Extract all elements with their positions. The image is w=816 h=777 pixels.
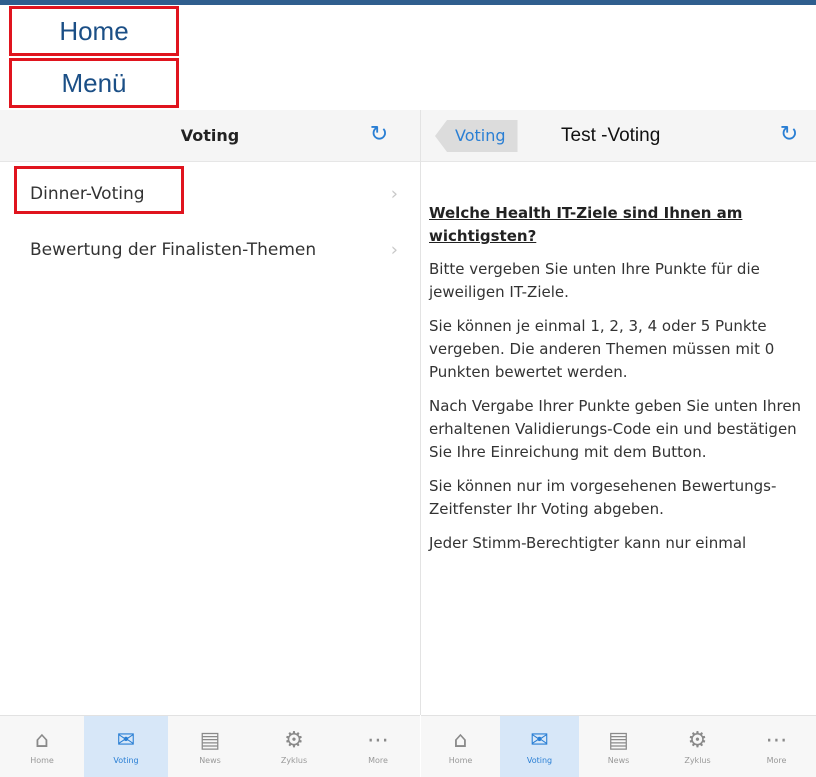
tab-label: News [607,756,630,765]
news-icon: ▤ [199,728,221,753]
tab-bar-right: ⌂ Home ✉ Voting ▤ News ⚙ Zyklus ⋯ More [421,715,816,777]
tab-more[interactable]: ⋯ More [737,716,816,777]
menu-panel: Voting ↻ Dinner-Voting › Bewertung der F… [0,110,420,715]
tab-label: Zyklus [684,756,711,765]
paragraph: Sie können nur im vorgesehenen Bewertung… [429,477,777,518]
paragraph: Sie können je einmal 1, 2, 3, 4 oder 5 P… [429,317,775,381]
tab-label: News [199,756,221,765]
menu-title: Voting [180,126,240,145]
paragraph: Nach Vergabe Ihrer Punkte geben Sie unte… [429,397,802,461]
voting-list: Dinner-Voting › Bewertung der Finalisten… [0,166,420,278]
tab-label: Voting [113,756,139,765]
top-accent-bar [0,0,816,5]
list-item-label: Bewertung der Finalisten-Themen [30,240,317,260]
paragraph: Bitte vergeben Sie unten Ihre Punkte für… [429,260,760,301]
tab-news[interactable]: ▤ News [579,716,658,777]
mail-icon: ✉ [116,728,136,753]
detail-panel: Voting Test -Voting ↻ Welche Health IT-Z… [421,110,816,715]
home-icon: ⌂ [35,728,49,753]
list-item-label: Dinner-Voting [30,184,145,204]
tab-voting[interactable]: ✉ Voting [84,716,168,777]
refresh-icon[interactable]: ↻ [366,122,392,148]
detail-navbar: Voting Test -Voting ↻ [421,110,816,162]
chevron-right-icon: › [390,183,398,205]
chevron-right-icon: › [390,239,398,261]
paragraph: Jeder Stimm-Berechtigter kann nur einmal [429,534,747,552]
gears-icon: ⚙ [687,728,708,753]
gears-icon: ⚙ [284,728,304,753]
tab-home[interactable]: ⌂ Home [0,716,84,777]
tab-zyklus[interactable]: ⚙ Zyklus [658,716,737,777]
mail-icon: ✉ [530,728,549,753]
tab-label: Zyklus [280,756,308,765]
tab-label: Home [448,756,473,765]
list-item-dinner-voting[interactable]: Dinner-Voting › [0,166,420,222]
detail-title: Test -Voting [561,125,661,146]
tab-label: More [368,756,388,765]
question-heading: Welche Health IT-Ziele sind Ihnen am wic… [429,204,743,245]
tab-label: More [766,756,787,765]
list-item-finalisten-themen[interactable]: Bewertung der Finalisten-Themen › [0,222,420,278]
tab-bar-left: ⌂ Home ✉ Voting ▤ News ⚙ Zyklus ⋯ More [0,715,420,777]
home-icon: ⌂ [453,728,468,753]
more-icon: ⋯ [765,728,788,753]
menu-navbar: Voting ↻ [0,110,420,162]
home-label: Home [9,6,179,56]
tab-label: Voting [526,756,553,765]
tab-more[interactable]: ⋯ More [336,716,420,777]
back-button[interactable]: Voting [435,120,518,152]
tab-zyklus[interactable]: ⚙ Zyklus [252,716,336,777]
refresh-icon[interactable]: ↻ [776,122,802,148]
tab-news[interactable]: ▤ News [168,716,252,777]
tab-home[interactable]: ⌂ Home [421,716,500,777]
tab-voting[interactable]: ✉ Voting [500,716,579,777]
detail-content: Welche Health IT-Ziele sind Ihnen am wic… [421,162,816,555]
menu-label: Menü [9,58,179,108]
more-icon: ⋯ [367,728,389,753]
news-icon: ▤ [608,728,629,753]
tab-label: Home [30,756,54,765]
